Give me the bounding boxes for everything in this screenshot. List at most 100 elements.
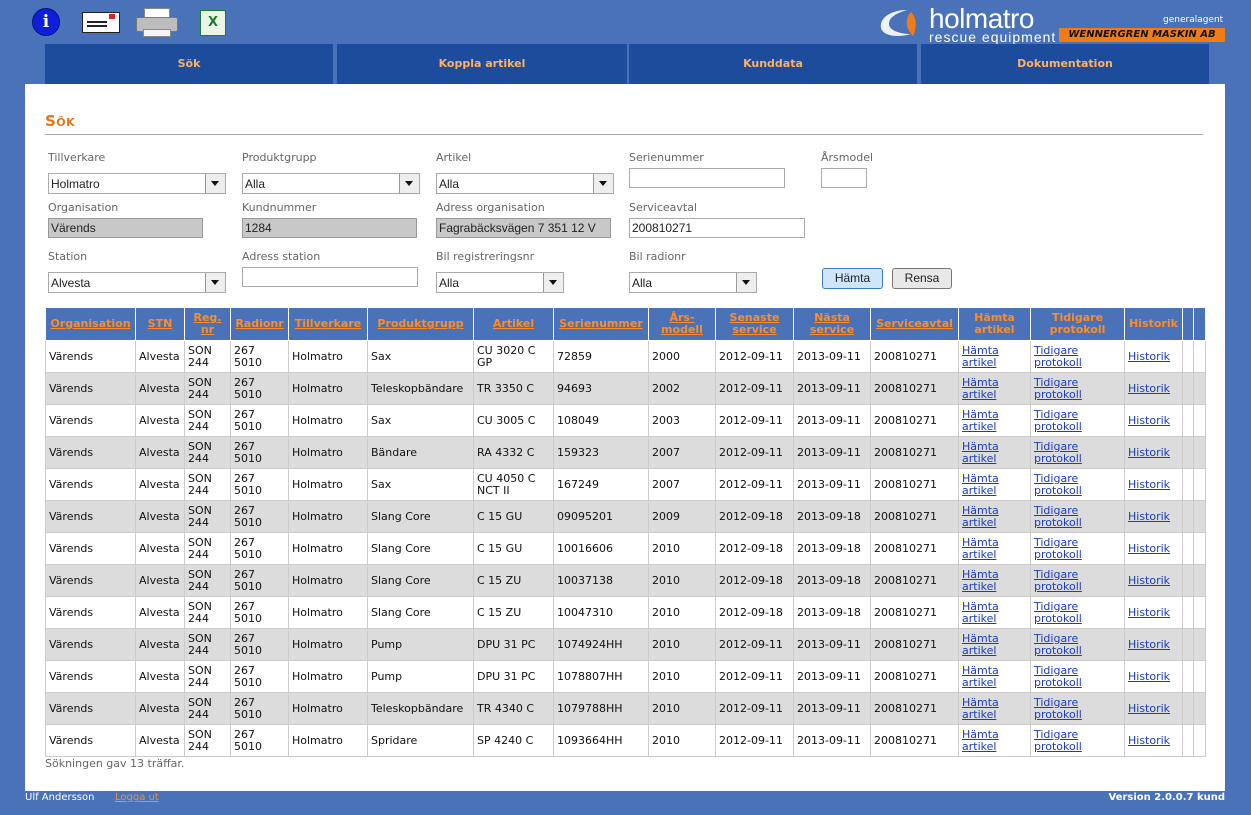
historik-link[interactable]: Historik <box>1128 542 1170 555</box>
produktgrupp-select[interactable]: Alla <box>242 173 420 194</box>
hamta-artikel-cell: Hämta artikel <box>958 340 1031 373</box>
hamta-artikel-cell: Hämta artikel <box>958 724 1031 757</box>
logout-link[interactable]: Logga ut <box>115 792 159 803</box>
col-artikel[interactable]: Artikel <box>473 307 554 341</box>
chevron-down-icon[interactable] <box>205 174 225 193</box>
chevron-down-icon[interactable] <box>399 174 419 193</box>
chevron-down-icon[interactable] <box>205 273 225 292</box>
historik-link[interactable]: Historik <box>1128 510 1170 523</box>
hamta-artikel-link[interactable]: Hämta artikel <box>962 696 999 721</box>
tidigare-protokoll-link[interactable]: Tidigare protokoll <box>1034 408 1082 433</box>
tillverkare-select[interactable]: Holmatro <box>48 173 226 194</box>
tidigare-protokoll-link[interactable]: Tidigare protokoll <box>1034 728 1082 753</box>
rensa-button[interactable]: Rensa <box>892 268 952 289</box>
tidigare-protokoll-link[interactable]: Tidigare protokoll <box>1034 696 1082 721</box>
tab-sok[interactable]: Sök <box>45 44 333 84</box>
col-senaste-service[interactable]: Senaste service <box>715 307 794 341</box>
bil-radionr-select[interactable]: Alla <box>629 272 757 293</box>
cell-radionr: 267 5010 <box>230 564 289 597</box>
tab-dokumentation[interactable]: Dokumentation <box>921 44 1209 84</box>
hamta-artikel-link[interactable]: Hämta artikel <box>962 440 999 465</box>
col-nasta-service[interactable]: Nästa service <box>793 307 871 341</box>
hamta-button[interactable]: Hämta <box>822 268 883 289</box>
cell-arsmodell: 2009 <box>648 500 716 533</box>
cell-produktgrupp: Teleskopbändare <box>367 372 474 405</box>
cell-tillverkare: Holmatro <box>288 628 368 661</box>
cell-serviceavtal: 200810271 <box>870 564 959 597</box>
logo-agent: generalagent <box>1163 15 1224 25</box>
serienummer-input[interactable] <box>629 168 785 188</box>
hamta-artikel-link[interactable]: Hämta artikel <box>962 600 999 625</box>
col-reg-nr[interactable]: Reg. nr <box>184 307 231 341</box>
historik-link[interactable]: Historik <box>1128 734 1170 747</box>
col-radionr[interactable]: Radionr <box>230 307 289 341</box>
bil-registreringsnr-select[interactable]: Alla <box>436 272 564 293</box>
station-select[interactable]: Alvesta <box>48 272 226 293</box>
arsmodel-input[interactable] <box>821 168 867 188</box>
hamta-artikel-cell: Hämta artikel <box>958 660 1031 693</box>
col-serviceavtal[interactable]: Serviceavtal <box>870 307 959 341</box>
tidigare-protokoll-link[interactable]: Tidigare protokoll <box>1034 504 1082 529</box>
tidigare-protokoll-link[interactable]: Tidigare protokoll <box>1034 664 1082 689</box>
cell-senaste-service: 2012-09-11 <box>715 340 794 373</box>
table-row: Värends Alvesta SON 244 267 5010 Holmatro Tel… <box>45 692 1206 725</box>
historik-link[interactable]: Historik <box>1128 446 1170 459</box>
tidigare-protokoll-link[interactable]: Tidigare protokoll <box>1034 632 1082 657</box>
historik-link[interactable]: Historik <box>1128 638 1170 651</box>
info-icon[interactable]: i <box>32 8 60 36</box>
tidigare-protokoll-link[interactable]: Tidigare protokoll <box>1034 536 1082 561</box>
excel-icon[interactable]: X <box>200 10 226 36</box>
serviceavtal-input[interactable]: 200810271 <box>629 218 805 238</box>
cell-produktgrupp: Slang Core <box>367 564 474 597</box>
printer-icon[interactable] <box>136 8 178 37</box>
col-arsmodell[interactable]: Års-modell <box>648 307 716 341</box>
tidigare-protokoll-link[interactable]: Tidigare protokoll <box>1034 440 1082 465</box>
historik-link[interactable]: Historik <box>1128 702 1170 715</box>
col-tillverkare[interactable]: Tillverkare <box>288 307 368 341</box>
cell-reg-nr: SON 244 <box>184 532 231 565</box>
cell-serienummer: 10016606 <box>553 532 649 565</box>
col-organisation[interactable]: Organisation <box>45 307 136 341</box>
cell-serienummer: 09095201 <box>553 500 649 533</box>
historik-link[interactable]: Historik <box>1128 414 1170 427</box>
hamta-artikel-link[interactable]: Hämta artikel <box>962 504 999 529</box>
tidigare-protokoll-link[interactable]: Tidigare protokoll <box>1034 376 1082 401</box>
chevron-down-icon[interactable] <box>736 273 756 292</box>
historik-link[interactable]: Historik <box>1128 670 1170 683</box>
adress-station-input[interactable] <box>242 267 418 287</box>
col-produktgrupp[interactable]: Produktgrupp <box>367 307 474 341</box>
tab-kunddata[interactable]: Kunddata <box>629 44 917 84</box>
historik-link[interactable]: Historik <box>1128 606 1170 619</box>
cell-serviceavtal: 200810271 <box>870 660 959 693</box>
table-row: Värends Alvesta SON 244 267 5010 Holmatro Sla… <box>45 564 1206 597</box>
artikel-select[interactable]: Alla <box>436 173 614 194</box>
hamta-artikel-link[interactable]: Hämta artikel <box>962 536 999 561</box>
historik-link[interactable]: Historik <box>1128 478 1170 491</box>
col-serienummer[interactable]: Serienummer <box>553 307 649 341</box>
hamta-artikel-link[interactable]: Hämta artikel <box>962 344 999 369</box>
hamta-artikel-link[interactable]: Hämta artikel <box>962 376 999 401</box>
hamta-artikel-link[interactable]: Hämta artikel <box>962 568 999 593</box>
historik-link[interactable]: Historik <box>1128 350 1170 363</box>
tidigare-protokoll-link[interactable]: Tidigare protokoll <box>1034 600 1082 625</box>
historik-link[interactable]: Historik <box>1128 574 1170 587</box>
tidigare-protokoll-link[interactable]: Tidigare protokoll <box>1034 472 1082 497</box>
hamta-artikel-link[interactable]: Hämta artikel <box>962 632 999 657</box>
spacer-cell <box>1182 628 1194 661</box>
tab-koppla-artikel[interactable]: Koppla artikel <box>337 44 627 84</box>
document-icon[interactable] <box>82 12 120 33</box>
chevron-down-icon[interactable] <box>543 273 563 292</box>
hamta-artikel-link[interactable]: Hämta artikel <box>962 408 999 433</box>
chevron-down-icon[interactable] <box>593 174 613 193</box>
col-stn[interactable]: STN <box>135 307 185 341</box>
historik-link[interactable]: Historik <box>1128 382 1170 395</box>
tidigare-protokoll-link[interactable]: Tidigare protokoll <box>1034 568 1082 593</box>
hamta-artikel-link[interactable]: Hämta artikel <box>962 472 999 497</box>
hamta-artikel-link[interactable]: Hämta artikel <box>962 664 999 689</box>
tidigare-protokoll-cell: Tidigare protokoll <box>1030 724 1125 757</box>
cell-produktgrupp: Slang Core <box>367 532 474 565</box>
cell-reg-nr: SON 244 <box>184 372 231 405</box>
hamta-artikel-link[interactable]: Hämta artikel <box>962 728 999 753</box>
cell-senaste-service: 2012-09-11 <box>715 628 794 661</box>
tidigare-protokoll-link[interactable]: Tidigare protokoll <box>1034 344 1082 369</box>
